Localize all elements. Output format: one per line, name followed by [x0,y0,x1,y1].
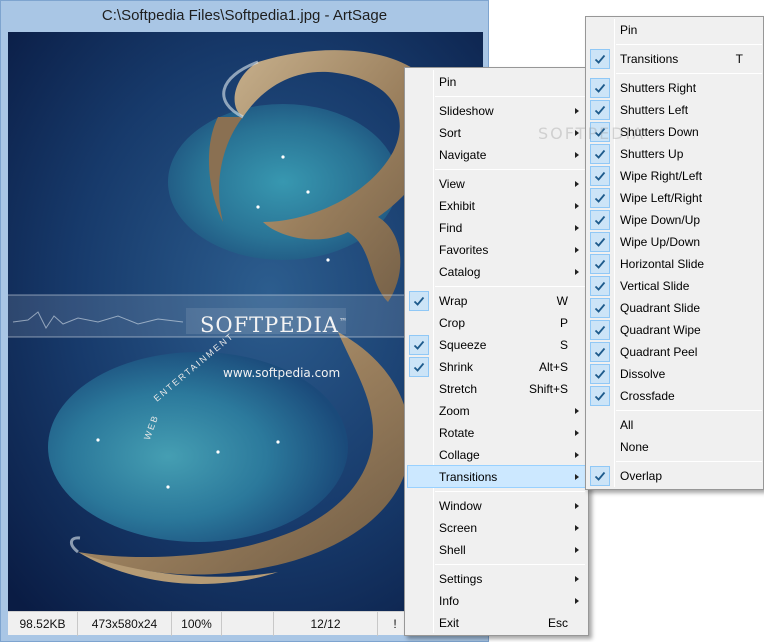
menu-item-wrap[interactable]: Wrap W [407,290,586,312]
checkmark-icon [590,298,610,318]
submenu-item-quadrant-peel[interactable]: Quadrant Peel [588,341,761,363]
menu-item-shell[interactable]: Shell [407,539,586,561]
submenu-arrow-icon [575,474,579,480]
checkmark-icon [590,276,610,296]
menu-item-exhibit[interactable]: Exhibit [407,195,586,217]
submenu-item-all[interactable]: All [588,414,761,436]
submenu-item-transitions[interactable]: Transitions T [588,48,761,70]
menu-item-settings[interactable]: Settings [407,568,586,590]
submenu-arrow-icon [575,247,579,253]
checkmark-icon [590,342,610,362]
menu-separator [435,491,585,492]
submenu-item-crossfade[interactable]: Crossfade [588,385,761,407]
checkmark-icon [590,144,610,164]
softpedia-logo-text: SOFTPEDIA™ [200,313,348,337]
menu-item-squeeze[interactable]: Squeeze S [407,334,586,356]
submenu-item-vertical-slide[interactable]: Vertical Slide [588,275,761,297]
checkmark-icon [409,291,429,311]
status-position: 12/12 [274,612,378,636]
checkmark-icon [409,357,429,377]
menu-separator [616,73,762,74]
submenu-item-quadrant-wipe[interactable]: Quadrant Wipe [588,319,761,341]
menu-item-stretch[interactable]: Stretch Shift+S [407,378,586,400]
submenu-arrow-icon [575,430,579,436]
status-blank [222,612,274,636]
submenu-item-wipe-left-right[interactable]: Wipe Left/Right [588,187,761,209]
menu-separator [616,44,762,45]
submenu-arrow-icon [575,152,579,158]
checkmark-icon [590,210,610,230]
context-menu: Pin Slideshow Sort Navigate View Exhibit… [404,67,589,636]
checkmark-icon [590,232,610,252]
submenu-item-quadrant-slide[interactable]: Quadrant Slide [588,297,761,319]
submenu-arrow-icon [575,225,579,231]
menu-item-catalog[interactable]: Catalog [407,261,586,283]
menu-separator [435,564,585,565]
submenu-item-pin[interactable]: Pin [588,19,761,41]
checkmark-icon [590,188,610,208]
softpedia-watermark: SOFTPEDIA [538,124,646,143]
submenu-arrow-icon [575,269,579,275]
submenu-arrow-icon [575,503,579,509]
submenu-arrow-icon [575,203,579,209]
submenu-item-none[interactable]: None [588,436,761,458]
menu-item-window[interactable]: Window [407,495,586,517]
checkmark-icon [590,78,610,98]
checkmark-icon [590,364,610,384]
menu-item-pin[interactable]: Pin [407,71,586,93]
menu-separator [435,169,585,170]
submenu-arrow-icon [575,181,579,187]
status-file-size: 98.52KB [8,612,78,636]
checkmark-icon [590,254,610,274]
menu-item-collage[interactable]: Collage [407,444,586,466]
menu-item-info[interactable]: Info [407,590,586,612]
menu-separator [616,461,762,462]
menu-separator [435,96,585,97]
checkmark-icon [590,166,610,186]
status-dimensions: 473x580x24 [78,612,172,636]
menu-item-find[interactable]: Find [407,217,586,239]
submenu-arrow-icon [575,108,579,114]
menu-item-exit[interactable]: Exit Esc [407,612,586,634]
menu-item-shrink[interactable]: Shrink Alt+S [407,356,586,378]
submenu-arrow-icon [575,576,579,582]
checkmark-icon [590,386,610,406]
menu-separator [435,286,585,287]
menu-item-zoom[interactable]: Zoom [407,400,586,422]
menu-item-rotate[interactable]: Rotate [407,422,586,444]
menu-item-view[interactable]: View [407,173,586,195]
submenu-item-shutters-right[interactable]: Shutters Right [588,77,761,99]
menu-item-slideshow[interactable]: Slideshow [407,100,586,122]
menu-item-navigate[interactable]: Navigate [407,144,586,166]
menu-item-crop[interactable]: Crop P [407,312,586,334]
submenu-item-overlap[interactable]: Overlap [588,465,761,487]
checkmark-icon [590,49,610,69]
submenu-arrow-icon [575,598,579,604]
menu-item-transitions[interactable]: Transitions [407,465,586,488]
checkmark-icon [409,335,429,355]
checkmark-icon [590,320,610,340]
submenu-arrow-icon [575,452,579,458]
status-zoom: 100% [172,612,222,636]
submenu-arrow-icon [575,547,579,553]
submenu-item-wipe-up-down[interactable]: Wipe Up/Down [588,231,761,253]
window-title: C:\Softpedia Files\Softpedia1.jpg - ArtS… [1,1,488,32]
submenu-arrow-icon [575,525,579,531]
menu-separator [616,410,762,411]
submenu-item-dissolve[interactable]: Dissolve [588,363,761,385]
menu-item-favorites[interactable]: Favorites [407,239,586,261]
submenu-item-wipe-down-up[interactable]: Wipe Down/Up [588,209,761,231]
softpedia-url-text: www.softpedia.com [223,366,341,380]
submenu-item-horizontal-slide[interactable]: Horizontal Slide [588,253,761,275]
submenu-arrow-icon [575,408,579,414]
menu-item-screen[interactable]: Screen [407,517,586,539]
transitions-submenu: Pin Transitions T Shutters Right Shutters… [585,16,764,490]
submenu-item-shutters-up[interactable]: Shutters Up [588,143,761,165]
submenu-item-wipe-right-left[interactable]: Wipe Right/Left [588,165,761,187]
checkmark-icon [590,100,610,120]
submenu-item-shutters-left[interactable]: Shutters Left [588,99,761,121]
checkmark-icon [590,466,610,486]
